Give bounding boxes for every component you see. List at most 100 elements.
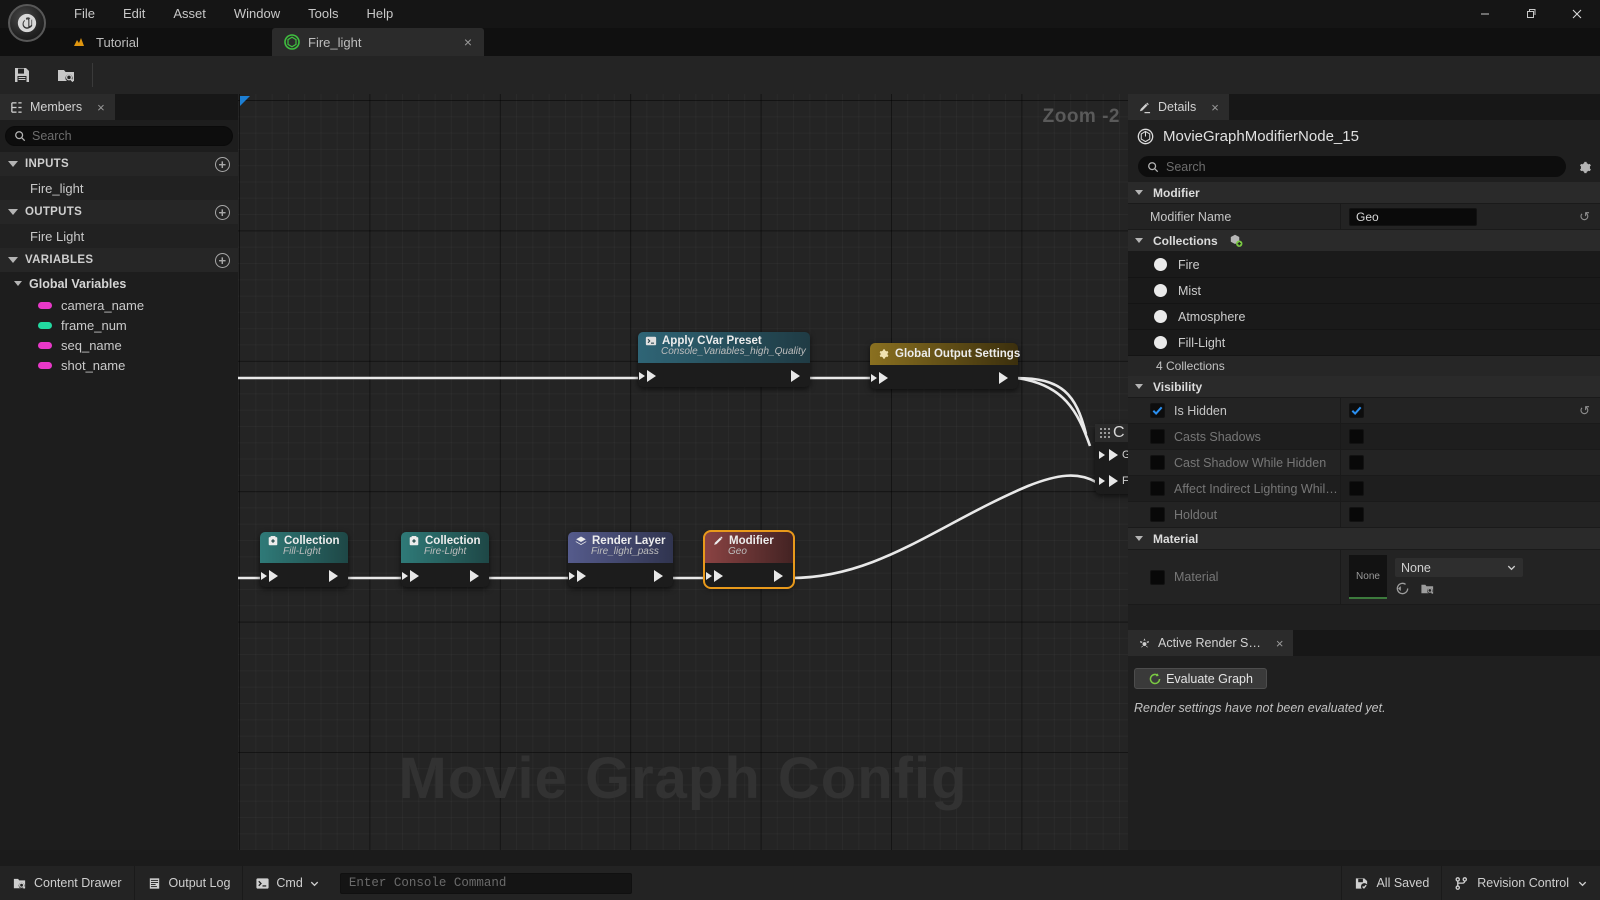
all-saved-button[interactable]: All Saved [1341, 866, 1443, 900]
variable-camera-name[interactable]: camera_name [0, 295, 238, 315]
tab-close-icon[interactable]: × [464, 35, 472, 49]
details-search[interactable] [1138, 156, 1566, 177]
material-override-checkbox[interactable] [1150, 569, 1165, 585]
output-log-button[interactable]: Output Log [135, 866, 244, 900]
console-command-input[interactable] [339, 872, 632, 894]
active-render-settings-close-icon[interactable]: × [1276, 636, 1284, 651]
graph-node-modifier[interactable]: Modifier Geo [703, 530, 795, 589]
casts-shadows-value-checkbox[interactable] [1349, 429, 1364, 444]
details-settings-button[interactable] [1574, 157, 1594, 178]
members-search-input[interactable] [32, 129, 224, 143]
member-output-fire-light[interactable]: Fire Light [0, 224, 238, 248]
menu-asset[interactable]: Asset [159, 0, 220, 28]
group-global-variables[interactable]: Global Variables [0, 272, 238, 295]
details-search-input[interactable] [1166, 159, 1557, 174]
add-variable-button[interactable]: + [215, 252, 230, 268]
variable-seq-name[interactable]: seq_name [0, 335, 238, 355]
casts-shadows-override-checkbox[interactable] [1150, 429, 1165, 444]
save-button[interactable] [0, 56, 44, 94]
browse-asset-icon[interactable] [1420, 581, 1435, 596]
menu-window[interactable]: Window [220, 0, 294, 28]
section-inputs[interactable]: INPUTS + [0, 152, 238, 176]
node-input-pin[interactable] [1099, 477, 1105, 485]
section-outputs[interactable]: OUTPUTS + [0, 200, 238, 224]
unreal-engine-logo[interactable] [8, 4, 46, 42]
node-input-pin[interactable] [1099, 451, 1105, 459]
revert-icon[interactable]: ↺ [1579, 403, 1590, 419]
node-output-pin[interactable] [654, 570, 663, 582]
collection-item-fill-light[interactable]: Fill-Light [1128, 330, 1600, 356]
affect-indirect-lighting-override-checkbox[interactable] [1150, 481, 1165, 496]
clip-node-pin-row[interactable]: F [1095, 468, 1128, 494]
graph-node-apply-cvar-preset[interactable]: Apply CVar Preset Console_Variables_high… [638, 332, 810, 387]
tab-details[interactable]: Details × [1128, 94, 1229, 120]
browse-button[interactable] [44, 56, 88, 94]
members-close-icon[interactable]: × [97, 100, 105, 115]
node-output-pin[interactable] [999, 372, 1008, 384]
node-input-pin[interactable] [402, 572, 408, 580]
graph-node-collection-fire-light[interactable]: Collection Fire-Light [401, 532, 489, 587]
node-input-pin[interactable] [714, 570, 723, 582]
graph-node-render-layer[interactable]: Render Layer Fire_light_pass [568, 532, 673, 587]
use-selected-asset-icon[interactable] [1395, 581, 1410, 596]
tab-tutorial[interactable]: Tutorial [60, 28, 151, 56]
menu-help[interactable]: Help [352, 0, 407, 28]
node-input-pin[interactable] [410, 570, 419, 582]
holdout-value-checkbox[interactable] [1349, 507, 1364, 522]
console-command-field[interactable] [348, 876, 623, 890]
material-thumbnail[interactable]: None [1349, 555, 1387, 599]
menu-edit[interactable]: Edit [109, 0, 159, 28]
content-drawer-button[interactable]: Content Drawer [0, 866, 135, 900]
menu-file[interactable]: File [60, 0, 109, 28]
member-input-fire-light[interactable]: Fire_light [0, 176, 238, 200]
node-input-pin[interactable] [879, 372, 888, 384]
variable-frame-num[interactable]: frame_num [0, 315, 238, 335]
tab-fire-light[interactable]: Fire_light × [272, 28, 484, 56]
category-collections[interactable]: Collections [1128, 230, 1600, 252]
node-output-pin[interactable] [470, 570, 479, 582]
add-collection-icon[interactable] [1228, 233, 1243, 248]
section-variables[interactable]: VARIABLES + [0, 248, 238, 272]
cast-shadow-while-hidden-value-checkbox[interactable] [1349, 455, 1364, 470]
category-visibility[interactable]: Visibility [1128, 376, 1600, 398]
graph-canvas[interactable]: Movie Graph Config Zoom -2 Apply CVar Pr… [238, 94, 1128, 850]
graph-node-global-output-settings[interactable]: Global Output Settings [870, 343, 1020, 389]
node-input-pin[interactable] [269, 570, 278, 582]
affect-indirect-lighting-value-checkbox[interactable] [1349, 481, 1364, 496]
close-icon[interactable] [1554, 0, 1600, 28]
node-output-pin[interactable] [791, 370, 800, 382]
revision-control-button[interactable]: Revision Control [1442, 866, 1600, 900]
modifier-name-field[interactable]: Geo [1349, 207, 1477, 226]
minimize-icon[interactable] [1462, 0, 1508, 28]
node-input-pin[interactable] [639, 372, 645, 380]
graph-node-output-clipped[interactable]: C G F [1095, 424, 1128, 494]
node-output-pin[interactable] [774, 570, 783, 582]
cast-shadow-while-hidden-override-checkbox[interactable] [1150, 455, 1165, 470]
collection-item-mist[interactable]: Mist [1128, 278, 1600, 304]
details-close-icon[interactable]: × [1211, 100, 1219, 115]
is-hidden-override-checkbox[interactable] [1150, 403, 1165, 418]
node-input-pin[interactable] [647, 370, 656, 382]
node-input-pin[interactable] [1109, 475, 1118, 487]
graph-node-collection-fill-light[interactable]: Collection Fill-Light [260, 532, 348, 587]
maximize-icon[interactable] [1508, 0, 1554, 28]
clip-node-pin-row[interactable]: G [1095, 442, 1128, 468]
variable-shot-name[interactable]: shot_name [0, 355, 238, 375]
collection-item-atmosphere[interactable]: Atmosphere [1128, 304, 1600, 330]
holdout-override-checkbox[interactable] [1150, 507, 1165, 522]
tab-active-render-settings[interactable]: Active Render S… × [1128, 630, 1294, 656]
category-modifier[interactable]: Modifier [1128, 182, 1600, 204]
tab-members[interactable]: Members × [0, 94, 115, 120]
node-input-pin[interactable] [569, 572, 575, 580]
is-hidden-value-checkbox[interactable] [1349, 403, 1364, 418]
node-input-pin[interactable] [706, 572, 712, 580]
cmd-selector[interactable]: Cmd [243, 866, 331, 900]
node-input-pin[interactable] [871, 374, 877, 382]
node-input-pin[interactable] [261, 572, 267, 580]
material-asset-combo[interactable]: None [1395, 558, 1523, 577]
node-output-pin[interactable] [329, 570, 338, 582]
members-search[interactable] [5, 126, 233, 146]
revert-icon[interactable]: ↺ [1579, 209, 1590, 225]
evaluate-graph-button[interactable]: Evaluate Graph [1134, 668, 1267, 689]
node-input-pin[interactable] [577, 570, 586, 582]
